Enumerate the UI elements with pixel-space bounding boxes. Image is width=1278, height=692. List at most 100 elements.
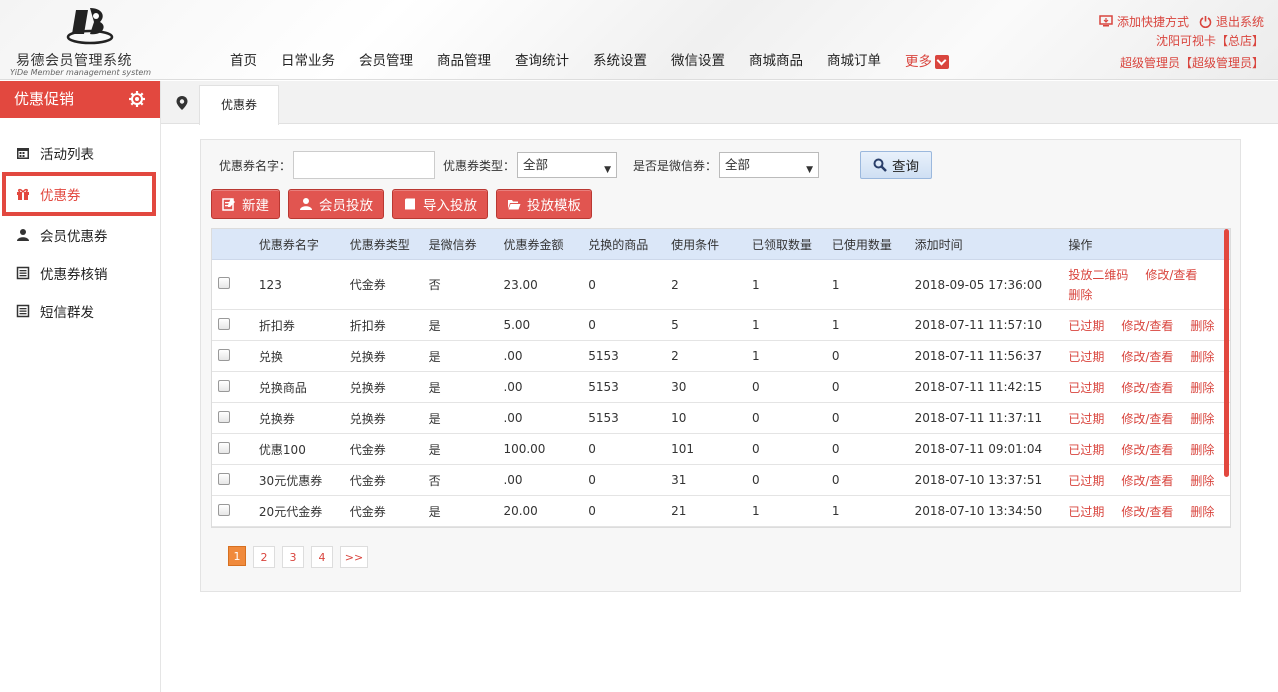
cell-used: 0	[831, 442, 840, 456]
delete-link[interactable]: 删除	[1190, 410, 1214, 427]
cell-type: 折扣券	[349, 318, 386, 333]
expired-link[interactable]: 已过期	[1068, 348, 1104, 365]
expired-link[interactable]: 已过期	[1068, 317, 1104, 334]
cell-name: 20元代金券	[258, 504, 323, 519]
table-row: 兑换 兑换券 是 .00 5153 2 1 0 2018-07-11 11:56…	[212, 341, 1230, 372]
issue-template-button[interactable]: 投放模板	[496, 189, 592, 219]
expired-link[interactable]: 已过期	[1068, 503, 1104, 520]
query-button-label: 查询	[892, 159, 920, 175]
nav-member-management[interactable]: 会员管理	[347, 50, 425, 74]
sidebar-item-coupon-verify[interactable]: 优惠券核销	[0, 254, 160, 292]
edit-view-link[interactable]: 修改/查看	[1121, 317, 1173, 334]
nav-query-statistics[interactable]: 查询统计	[503, 50, 581, 74]
edit-view-link[interactable]: 修改/查看	[1145, 265, 1197, 285]
logout-link[interactable]: 退出系统	[1199, 13, 1264, 30]
row-checkbox[interactable]	[218, 503, 230, 516]
sidebar-item-sms-broadcast[interactable]: 短信群发	[0, 292, 160, 330]
sidebar-item-coupon[interactable]: 优惠券	[2, 172, 156, 216]
edit-view-link[interactable]: 修改/查看	[1121, 472, 1173, 489]
delete-link[interactable]: 删除	[1190, 503, 1214, 520]
cell-amount: 100.00	[503, 442, 546, 456]
issue-template-label: 投放模板	[527, 198, 581, 214]
expired-link[interactable]: 已过期	[1068, 410, 1104, 427]
coupon-type-value: 全部	[523, 157, 549, 172]
coupon-type-select[interactable]: 全部 ▼	[517, 152, 618, 178]
nav-home[interactable]: 首页	[218, 50, 269, 74]
edit-view-link[interactable]: 修改/查看	[1121, 379, 1173, 396]
coupon-table: 优惠券名字 优惠券类型 是微信券 优惠券金额 兑换的商品 使用条件 已领取数量 …	[211, 228, 1231, 528]
cell-actions: 已过期 修改/查看 删除	[1068, 410, 1230, 427]
query-button[interactable]: 查询	[860, 151, 933, 179]
page-4[interactable]: 4	[311, 546, 333, 568]
import-issue-button[interactable]: 导入投放	[392, 189, 488, 219]
import-issue-label: 导入投放	[423, 198, 477, 214]
nav-daily-business[interactable]: 日常业务	[269, 50, 347, 74]
edit-view-link[interactable]: 修改/查看	[1121, 441, 1173, 458]
tab-coupon[interactable]: 优惠券	[199, 85, 279, 125]
add-shortcut-link[interactable]: 添加快捷方式	[1099, 13, 1189, 30]
row-checkbox[interactable]	[218, 472, 230, 485]
page-1[interactable]: 1	[228, 546, 246, 566]
nav-goods-management[interactable]: 商品管理	[425, 50, 503, 74]
sidebar-item-activity-list[interactable]: 活动列表	[0, 134, 160, 172]
row-checkbox[interactable]	[218, 379, 230, 392]
edit-view-link[interactable]: 修改/查看	[1121, 503, 1173, 520]
table-scrollbar[interactable]	[1224, 229, 1229, 477]
cell-wechat: 是	[428, 318, 441, 333]
row-checkbox[interactable]	[218, 317, 230, 330]
nav-mall-orders[interactable]: 商城订单	[815, 50, 893, 74]
cell-received: 0	[751, 411, 760, 425]
sidebar-header: 优惠促销	[0, 81, 160, 118]
delete-link[interactable]: 删除	[1190, 348, 1214, 365]
nav-mall-goods[interactable]: 商城商品	[737, 50, 815, 74]
page-2[interactable]: 2	[253, 546, 275, 568]
edit-view-link[interactable]: 修改/查看	[1121, 348, 1173, 365]
delete-link[interactable]: 删除	[1190, 441, 1214, 458]
row-checkbox[interactable]	[218, 410, 230, 423]
monitor-icon	[1099, 15, 1113, 27]
is-wechat-select[interactable]: 全部 ▼	[719, 152, 820, 178]
power-icon	[1199, 15, 1212, 28]
user-name[interactable]: 超级管理员【超级管理员】	[1099, 52, 1264, 74]
nav-wechat-settings[interactable]: 微信设置	[659, 50, 737, 74]
delete-link[interactable]: 删除	[1190, 472, 1214, 489]
delete-link[interactable]: 删除	[1190, 379, 1214, 396]
cell-used: 1	[831, 318, 840, 332]
coupon-name-input[interactable]	[293, 151, 436, 179]
nav-system-settings[interactable]: 系统设置	[581, 50, 659, 74]
new-button[interactable]: 新建	[211, 189, 280, 219]
delete-link[interactable]: 删除	[1190, 317, 1214, 334]
page-3[interactable]: 3	[282, 546, 304, 568]
expired-link[interactable]: 已过期	[1068, 441, 1104, 458]
chevron-down-icon	[935, 55, 949, 69]
row-checkbox[interactable]	[218, 441, 230, 454]
cell-actions: 已过期 修改/查看 删除	[1068, 379, 1230, 396]
table-row: 兑换商品 兑换券 是 .00 5153 30 0 0 2018-07-11 11…	[212, 372, 1230, 403]
folder-open-icon	[508, 200, 521, 210]
delete-link[interactable]: 删除	[1068, 288, 1092, 302]
gear-icon[interactable]	[128, 90, 146, 108]
next-page-button[interactable]: >>	[340, 546, 368, 568]
sidebar-item-member-coupon[interactable]: 会员优惠券	[0, 216, 160, 254]
expired-link[interactable]: 已过期	[1068, 379, 1104, 396]
cell-type: 兑换券	[349, 349, 386, 364]
user-icon	[17, 229, 29, 241]
sidebar-item-label: 优惠券	[40, 188, 81, 204]
col-header-type: 优惠券类型	[349, 237, 410, 252]
expired-link[interactable]: 已过期	[1068, 472, 1104, 489]
col-header-actions: 操作	[1068, 237, 1093, 252]
cell-received: 1	[751, 504, 760, 518]
cell-wechat: 是	[428, 380, 441, 395]
nav-more[interactable]: 更多	[893, 50, 961, 74]
member-issue-button[interactable]: 会员投放	[288, 189, 384, 219]
edit-view-link[interactable]: 修改/查看	[1121, 410, 1173, 427]
tab-bar: 优惠券	[161, 81, 1278, 125]
row-checkbox[interactable]	[218, 277, 230, 289]
cell-name: 30元优惠券	[258, 473, 323, 488]
issue-qrcode-link[interactable]: 投放二维码	[1068, 265, 1128, 285]
table-row: 20元代金券 代金券 是 20.00 0 21 1 1 2018-07-10 1…	[212, 496, 1230, 527]
filter-bar: 优惠券名字： 优惠券类型： 全部 ▼ 是否是微信券： 全部 ▼ 查询	[219, 150, 933, 180]
row-checkbox[interactable]	[218, 348, 230, 361]
cell-actions: 已过期 修改/查看 删除	[1068, 472, 1230, 489]
store-name[interactable]: 沈阳可视卡【总店】	[1099, 30, 1264, 52]
